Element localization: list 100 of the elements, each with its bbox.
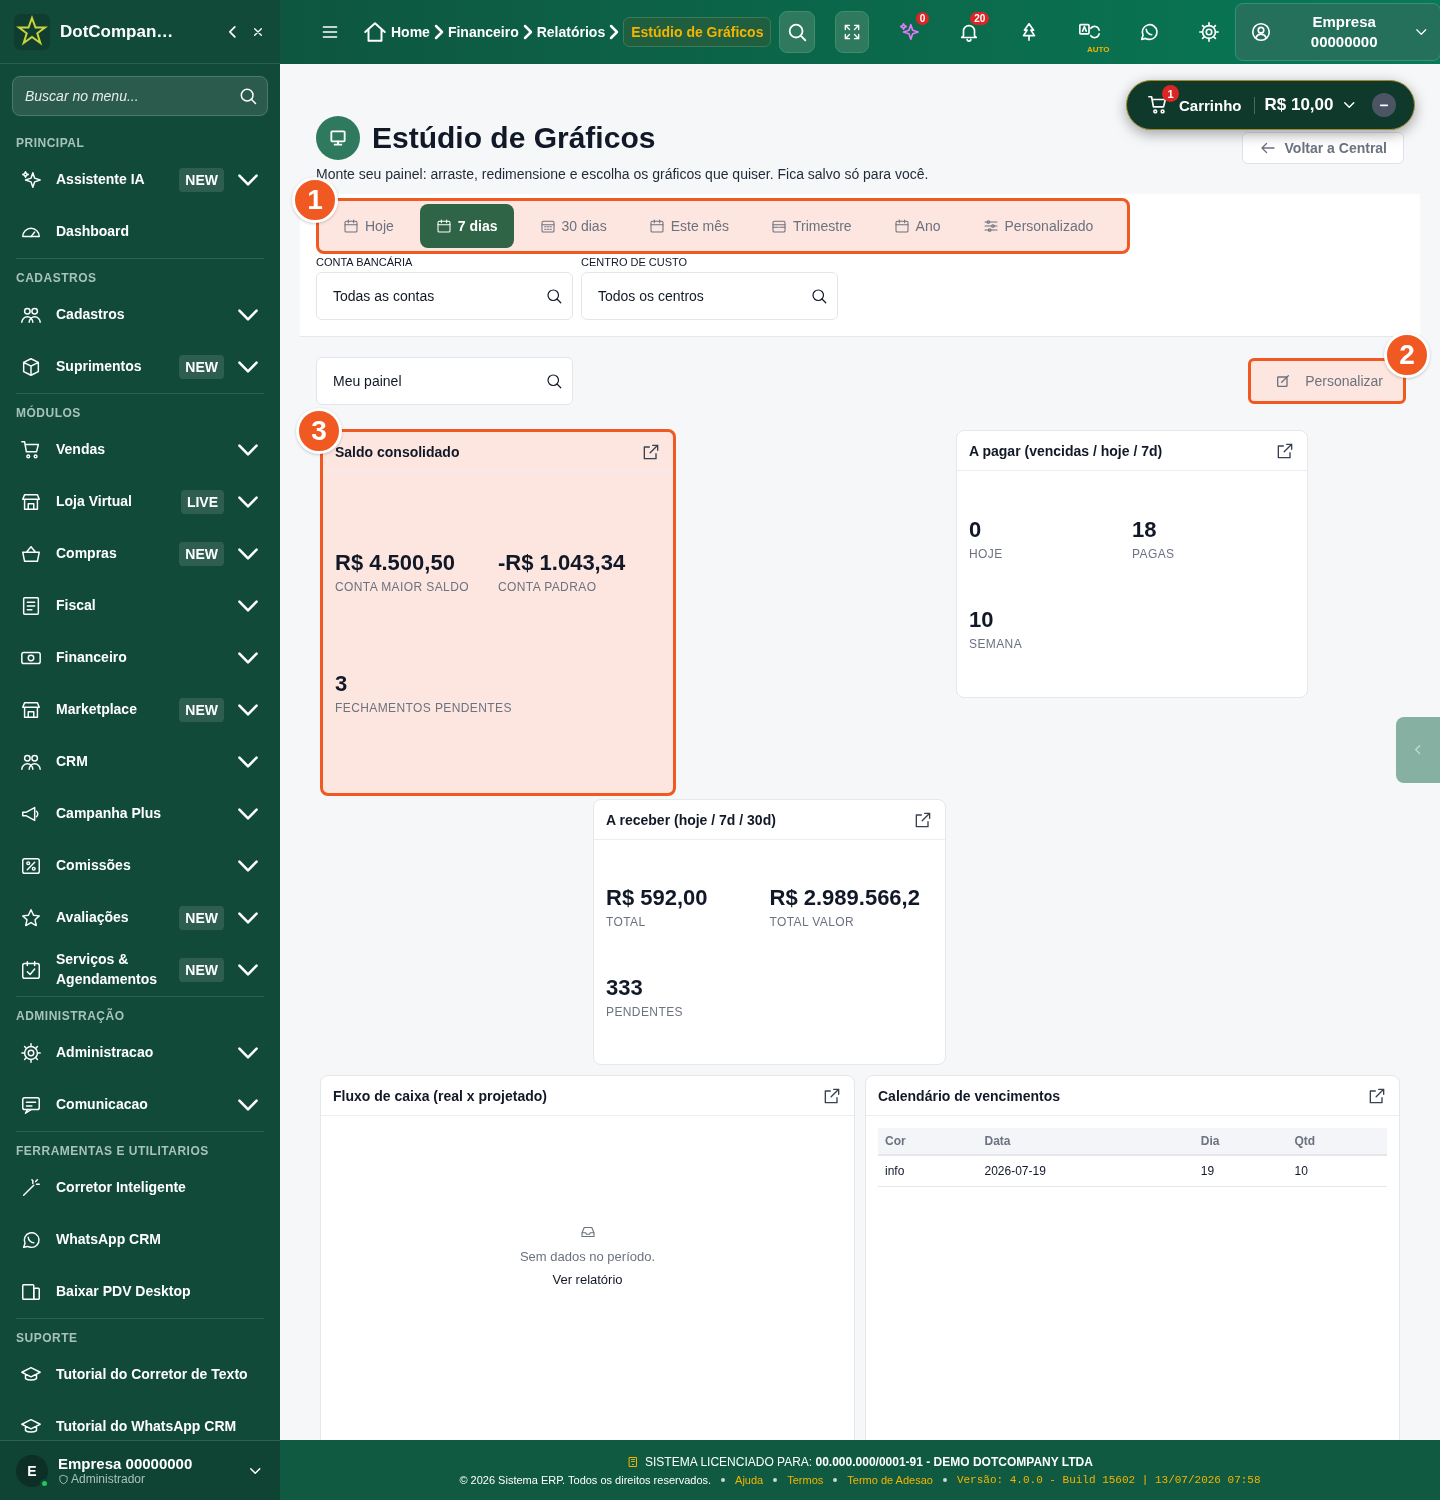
sidebar-item[interactable]: Comissões	[16, 840, 264, 892]
sidebar-item[interactable]: Serviços & Agendamentos NEW	[16, 944, 264, 996]
table-cell: 19	[1193, 1155, 1288, 1187]
cart-icon	[20, 439, 42, 461]
menu-badge: NEW	[179, 542, 224, 566]
cart-icon	[1147, 94, 1169, 116]
chevron-right-icon	[433, 25, 444, 39]
breadcrumb-link[interactable]: Home	[362, 19, 430, 45]
search-button[interactable]	[779, 11, 816, 53]
panel-select-field[interactable]: Meu painel	[316, 357, 573, 405]
sidebar-item[interactable]: Corretor Inteligente	[16, 1162, 264, 1214]
metric-label: HOJE	[969, 547, 1004, 561]
metric-value: 3	[335, 671, 349, 698]
settings-icon	[1198, 21, 1221, 43]
sidebar-item[interactable]: Marketplace NEW	[16, 684, 264, 736]
sidebar-item[interactable]: Suprimentos NEW	[16, 341, 264, 393]
percent-icon	[20, 855, 42, 877]
breadcrumb-link[interactable]: Financeiro	[447, 24, 519, 40]
period-tab[interactable]: Este mês	[632, 204, 745, 248]
page-title: Estúdio de Gráficos	[372, 121, 657, 155]
auto-label: AUTO	[1086, 45, 1110, 54]
store-icon	[20, 491, 42, 513]
sidebar-item[interactable]: Tutorial do WhatsApp CRM	[16, 1401, 264, 1440]
menu-search-field[interactable]: Buscar no menu...	[12, 76, 268, 116]
sidebar-item[interactable]: Financeiro	[16, 632, 264, 684]
cart-widget[interactable]: 1 Carrinho R$ 10,00	[1126, 80, 1415, 130]
chevron-right-icon	[609, 25, 620, 39]
metric-label: PAGAS	[1132, 547, 1176, 561]
section-heading: FERRAMENTAS E UTILITARIOS	[16, 1143, 210, 1160]
section-heading: PRINCIPAL	[16, 135, 86, 152]
metric-value: R$ 4.500,50	[335, 549, 456, 576]
menu-badge: NEW	[179, 168, 224, 192]
sidebar-item[interactable]: Avaliações NEW	[16, 892, 264, 944]
menu-badge: NEW	[179, 698, 224, 722]
user-avatar: E	[16, 1454, 48, 1487]
sidebar-item[interactable]: Administracao	[16, 1027, 264, 1079]
sidebar-item[interactable]: Comunicacao	[16, 1079, 264, 1131]
widget-title: Saldo consolidado	[335, 443, 461, 460]
sidebar-item[interactable]: Compras NEW	[16, 528, 264, 580]
sidebar-item[interactable]: Vendas	[16, 424, 264, 476]
ai-button[interactable]: 0	[889, 12, 930, 52]
license-text: SISTEMA LICENCIADO PARA: 00.000.000/0001-91 - DEMO DOTCOMPANY LTDA	[645, 1454, 1093, 1469]
metric-label: CONTA PADRAO	[498, 579, 598, 594]
footer-link[interactable]: Termos	[787, 1473, 824, 1486]
section-heading: MÓDULOS	[16, 404, 82, 422]
period-tab[interactable]: Trimestre	[755, 204, 868, 248]
sidebar-item[interactable]: WhatsApp CRM	[16, 1214, 264, 1266]
sidebar-item[interactable]: Assistente IA NEW	[16, 154, 264, 206]
chevron-left-icon	[229, 25, 236, 38]
cart-total: R$ 10,00	[1264, 95, 1334, 115]
widget-title: Fluxo de caixa (real x projetado)	[333, 1087, 548, 1104]
sidebar-item[interactable]: Tutorial do Corretor de Texto	[16, 1349, 264, 1401]
footer-link[interactable]: Ajuda	[735, 1473, 764, 1486]
sidebar-item[interactable]: CRM	[16, 736, 264, 788]
breadcrumb-link[interactable]: Estúdio de Gráficos	[623, 17, 772, 47]
star-icon	[20, 907, 42, 929]
metric-value: -R$ 1.043,34	[498, 549, 627, 576]
sidebar-item[interactable]: Campanha Plus	[16, 788, 264, 840]
metric-value: 0	[969, 517, 983, 543]
metric-value: 333	[606, 974, 644, 1001]
sidebar-item[interactable]: Fiscal	[16, 580, 264, 632]
period-tab[interactable]: 30 dias	[523, 204, 623, 248]
search-icon	[545, 372, 563, 390]
sidebar-item[interactable]: Loja Virtual LIVE	[16, 476, 264, 528]
sidebar-item[interactable]: Dashboard	[16, 206, 264, 258]
footer-link[interactable]: Termo de Adesao	[847, 1473, 933, 1486]
select-field[interactable]: Todos os centros	[581, 272, 838, 320]
back-button[interactable]: Voltar a Central	[1241, 132, 1404, 164]
fullscreen-button[interactable]	[835, 11, 870, 53]
calcheck-icon	[20, 959, 42, 981]
monitor-icon	[328, 128, 348, 148]
sparkle-icon	[20, 169, 42, 191]
sidebar-item[interactable]: Cadastros	[16, 289, 264, 341]
notifications-button[interactable]: 20	[949, 12, 990, 52]
box-icon	[20, 356, 42, 378]
search-icon	[545, 287, 563, 305]
company-selector[interactable]: Empresa 00000000	[1235, 3, 1440, 61]
search-icon	[810, 287, 828, 305]
select-field[interactable]: Todas as contas	[316, 272, 573, 320]
breadcrumb-link[interactable]: Relatórios	[536, 24, 606, 40]
menu-badge: NEW	[179, 906, 224, 930]
side-panel-handle[interactable]	[1396, 717, 1440, 783]
metric-value: 18	[1132, 517, 1158, 543]
home-icon	[362, 19, 388, 45]
widget-title: A pagar (vencidas / hoje / 7d)	[969, 442, 1164, 459]
metric-value: 10	[969, 607, 995, 633]
period-tab[interactable]: 7 dias	[419, 204, 514, 248]
doc-icon	[20, 595, 42, 617]
section-heading: SUPORTE	[16, 1330, 79, 1347]
period-tab[interactable]: Ano	[877, 204, 957, 248]
period-tab[interactable]: Personalizado	[966, 204, 1110, 248]
metric-value: R$ 592,00	[606, 885, 709, 912]
metric-label: FECHAMENTOS PENDENTES	[335, 701, 513, 716]
report-link[interactable]: Ver relatório	[552, 1272, 623, 1287]
chevron-right-icon	[522, 25, 533, 39]
close-icon	[254, 27, 262, 36]
minimize-button[interactable]	[1372, 93, 1396, 117]
edit-icon	[1275, 373, 1292, 389]
sidebar-item[interactable]: Baixar PDV Desktop	[16, 1266, 264, 1318]
column-header: Cor	[878, 1128, 978, 1155]
